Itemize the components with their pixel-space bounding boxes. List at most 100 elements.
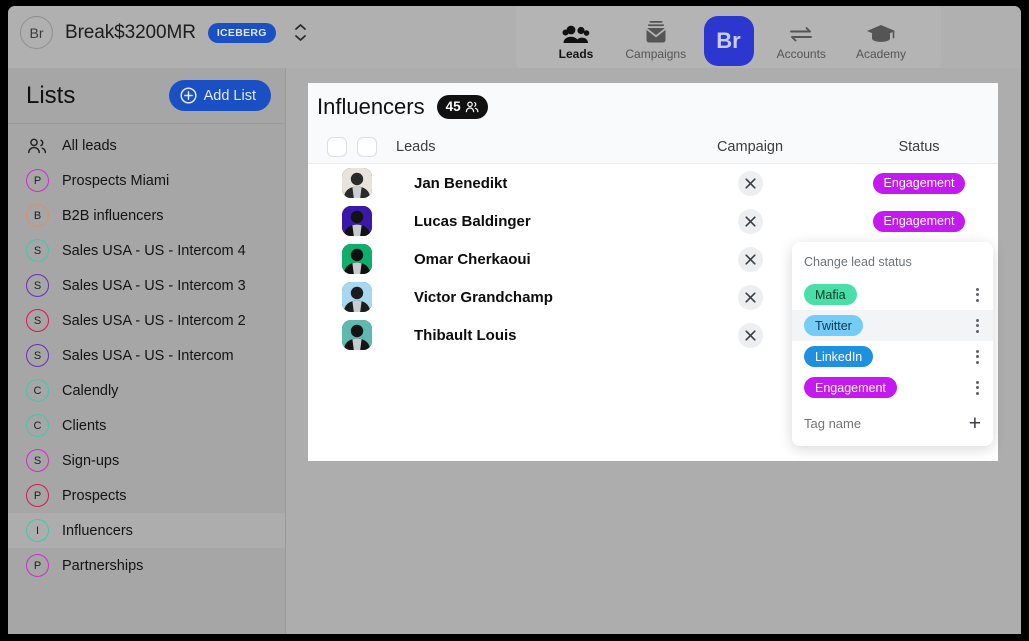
sidebar-item-calendly[interactable]: C Calendly xyxy=(8,373,285,408)
nav-item-academy[interactable]: Academy xyxy=(849,18,913,61)
secondary-select-checkbox[interactable] xyxy=(357,136,377,157)
sidebar-item-label: Sales USA - US - Intercom xyxy=(62,347,234,364)
sidebar-header: Lists Add List xyxy=(8,68,285,124)
chevron-down-icon xyxy=(294,35,306,41)
add-list-button[interactable]: Add List xyxy=(168,80,271,111)
people-icon xyxy=(562,18,590,44)
remove-campaign-button[interactable] xyxy=(737,170,763,196)
sidebar-item-sales-usa-us-intercom[interactable]: S Sales USA - US - Intercom xyxy=(8,338,285,373)
list-initial-badge: P xyxy=(26,554,49,577)
nav-label-leads: Leads xyxy=(558,47,594,61)
list-initial-badge: S xyxy=(26,239,49,262)
add-list-label: Add List xyxy=(203,87,256,104)
nav-item-leads[interactable]: Leads xyxy=(544,18,608,61)
list-initial-badge: S xyxy=(26,344,49,367)
sidebar-item-label: Influencers xyxy=(62,522,133,539)
status-cell: Engagement xyxy=(840,172,998,194)
sidebar-title: Lists xyxy=(26,81,76,109)
plus-circle-icon xyxy=(180,87,197,104)
sidebar-item-prospects[interactable]: P Prospects xyxy=(8,478,285,513)
dropdown-tag-row[interactable]: Mafia xyxy=(792,279,993,310)
nav-label-accounts: Accounts xyxy=(776,47,826,61)
tag-chip[interactable]: LinkedIn xyxy=(804,346,874,367)
close-icon xyxy=(744,329,756,341)
avatar xyxy=(342,282,372,312)
plus-icon[interactable]: + xyxy=(969,413,981,434)
chevron-up-icon xyxy=(294,24,306,30)
row-select-cell xyxy=(308,206,396,236)
header-select-cell xyxy=(308,136,396,157)
close-icon xyxy=(744,215,756,227)
status-cell: Engagement xyxy=(840,210,998,232)
remove-campaign-button[interactable] xyxy=(737,246,763,272)
screen-root: Br Break$3200MR ICEBERG Leads Campaigns … xyxy=(0,0,1029,641)
remove-campaign-button[interactable] xyxy=(737,284,763,310)
sidebar-item-label: Partnerships xyxy=(62,557,144,574)
sidebar-item-partnerships[interactable]: P Partnerships xyxy=(8,548,285,583)
avatar-image xyxy=(342,168,372,198)
sidebar-item-sales-usa-us-intercom-3[interactable]: S Sales USA - US - Intercom 3 xyxy=(8,268,285,303)
envelope-icon xyxy=(643,18,669,44)
tag-options-button[interactable] xyxy=(972,377,983,399)
app-window: Br Break$3200MR ICEBERG Leads Campaigns … xyxy=(8,6,1021,634)
table-header-row: Leads Campaign Status xyxy=(308,130,998,164)
status-badge[interactable]: Engagement xyxy=(872,172,966,194)
close-icon xyxy=(744,291,756,303)
list-initial-badge: P xyxy=(26,484,49,507)
dropdown-title: Change lead status xyxy=(804,255,912,269)
change-status-dropdown: Change lead status Mafia Twitter LinkedIn E… xyxy=(792,242,993,446)
sidebar-item-label: Prospects Miami xyxy=(62,172,170,189)
tag-chip[interactable]: Twitter xyxy=(804,315,863,336)
list-initial-badge: C xyxy=(26,414,49,437)
list-initial-badge: P xyxy=(26,169,49,192)
lead-count-value: 45 xyxy=(445,99,461,114)
sidebar-item-sales-usa-us-intercom-4[interactable]: S Sales USA - US - Intercom 4 xyxy=(8,233,285,268)
tag-options-button[interactable] xyxy=(972,284,983,306)
sidebar-item-influencers[interactable]: I Influencers xyxy=(8,513,285,548)
tag-options-button[interactable] xyxy=(972,315,983,337)
nav-item-accounts[interactable]: Accounts xyxy=(769,18,833,61)
lead-name: Lucas Baldinger xyxy=(414,212,531,230)
tag-options-button[interactable] xyxy=(972,346,983,368)
header-status: Status xyxy=(898,138,940,155)
list-initial-badge: S xyxy=(26,274,49,297)
remove-campaign-button[interactable] xyxy=(737,208,763,234)
close-icon xyxy=(744,253,756,265)
avatar-image xyxy=(342,320,372,350)
nav-item-campaigns[interactable]: Campaigns xyxy=(624,18,688,61)
select-all-checkbox[interactable] xyxy=(327,136,347,157)
sidebar-item-prospects-miami[interactable]: P Prospects Miami xyxy=(8,163,285,198)
dropdown-tag-row[interactable]: LinkedIn xyxy=(792,341,993,372)
dropdown-tag-row[interactable]: Engagement xyxy=(792,372,993,403)
sidebar-item-all-leads[interactable]: All leads xyxy=(8,128,285,163)
tag-chip[interactable]: Engagement xyxy=(804,377,897,398)
account-switcher[interactable]: Br Break$3200MR ICEBERG xyxy=(20,16,307,49)
people-outline-icon xyxy=(26,138,49,154)
sidebar-item-clients[interactable]: C Clients xyxy=(8,408,285,443)
sidebar-item-label: Prospects xyxy=(62,487,127,504)
brand-logo-button[interactable]: Br xyxy=(703,16,754,66)
sidebar-item-sales-usa-us-intercom-2[interactable]: S Sales USA - US - Intercom 2 xyxy=(8,303,285,338)
close-icon xyxy=(744,177,756,189)
account-stepper[interactable] xyxy=(294,23,307,42)
sidebar-item-b2b-influencers[interactable]: B B2B influencers xyxy=(8,198,285,233)
header-leads: Leads xyxy=(396,138,436,155)
sidebar-item-label: Sales USA - US - Intercom 4 xyxy=(62,242,246,259)
sidebar-item-label: Clients xyxy=(62,417,107,434)
page-title: Influencers xyxy=(317,93,425,119)
row-select-cell xyxy=(308,320,396,350)
remove-campaign-button[interactable] xyxy=(737,322,763,348)
sidebar-item-sign-ups[interactable]: S Sign-ups xyxy=(8,443,285,478)
dropdown-tag-row[interactable]: Twitter xyxy=(792,310,993,341)
avatar xyxy=(342,168,372,198)
tag-chip[interactable]: Mafia xyxy=(804,284,857,305)
account-name: Break$3200MR xyxy=(65,21,196,43)
account-avatar: Br xyxy=(20,16,53,49)
lead-name: Jan Benedikt xyxy=(414,174,508,192)
table-row[interactable]: Lucas Baldinger Engagement xyxy=(308,202,998,240)
avatar-image xyxy=(342,206,372,236)
table-row[interactable]: Jan Benedikt Engagement xyxy=(308,164,998,202)
sidebar-item-label: Sales USA - US - Intercom 2 xyxy=(62,312,246,329)
status-badge[interactable]: Engagement xyxy=(872,210,966,232)
tag-name-input[interactable] xyxy=(804,415,944,431)
